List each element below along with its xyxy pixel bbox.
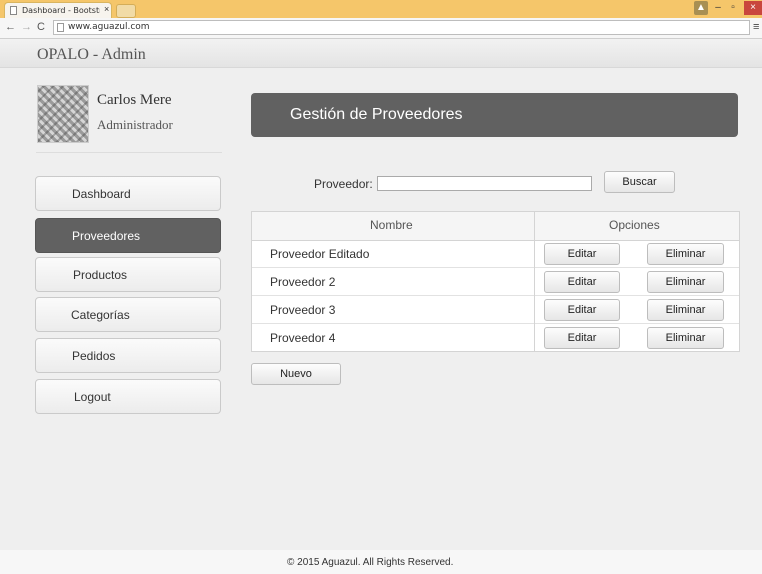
edit-button[interactable]: Editar <box>544 299 620 321</box>
search-button[interactable]: Buscar <box>604 171 675 193</box>
forward-icon[interactable]: → <box>21 21 32 33</box>
close-window-icon[interactable]: × <box>744 1 762 15</box>
search-input[interactable] <box>377 176 592 191</box>
profile-divider <box>36 152 222 153</box>
menu-icon[interactable]: ≡ <box>753 21 759 33</box>
sidebar-item-productos[interactable]: Productos <box>35 257 221 292</box>
copyright-text: © 2015 Aguazul. All Rights Reserved. <box>287 557 454 568</box>
sidebar-item-label: Productos <box>73 268 128 282</box>
sidebar-item-dashboard[interactable]: Dashboard <box>35 176 221 211</box>
user-name: Carlos Mere <box>97 92 172 108</box>
table-row: Proveedor 2 Editar Eliminar <box>252 268 739 296</box>
provider-name: Proveedor 2 <box>270 275 336 289</box>
new-provider-button[interactable]: Nuevo <box>251 363 341 385</box>
avatar <box>37 85 89 143</box>
edit-button[interactable]: Editar <box>544 243 620 265</box>
new-tab-button[interactable] <box>116 4 136 18</box>
column-header-opciones: Opciones <box>609 218 660 232</box>
provider-name: Proveedor Editado <box>270 247 370 261</box>
providers-table: Nombre Opciones Proveedor Editado Editar… <box>251 211 740 352</box>
column-header-nombre: Nombre <box>370 218 413 232</box>
sidebar-item-label: Pedidos <box>72 349 116 363</box>
user-role: Administrador <box>97 117 173 132</box>
reload-icon[interactable]: C <box>37 21 45 33</box>
tab-title: Dashboard - Bootstrap A <box>22 6 100 15</box>
brand-title[interactable]: OPALO - Admin <box>37 46 146 64</box>
tab-close-icon[interactable]: × <box>104 4 109 14</box>
browser-tab[interactable]: Dashboard - Bootstrap A × <box>4 2 112 18</box>
page-title: Gestión de Proveedores <box>290 106 463 123</box>
column-divider <box>534 212 535 351</box>
provider-name: Proveedor 4 <box>270 331 336 345</box>
sidebar-item-logout[interactable]: Logout <box>35 379 221 414</box>
back-icon[interactable]: ← <box>5 21 16 33</box>
search-label: Proveedor: <box>314 177 373 191</box>
edit-button[interactable]: Editar <box>544 271 620 293</box>
sidebar-item-proveedores[interactable]: Proveedores <box>35 218 221 253</box>
app-header: OPALO - Admin <box>0 39 762 68</box>
sidebar-item-label: Logout <box>74 390 111 404</box>
maximize-icon[interactable]: ▫ <box>728 1 738 15</box>
table-row: Proveedor 3 Editar Eliminar <box>252 296 739 324</box>
minimize-icon[interactable]: – <box>713 1 723 15</box>
browser-tab-bar: Dashboard - Bootstrap A × ▲ – ▫ × <box>0 0 762 18</box>
sidebar-item-label: Dashboard <box>72 187 131 201</box>
page-icon <box>57 23 64 32</box>
sidebar-item-label: Proveedores <box>72 229 141 243</box>
table-header: Nombre Opciones <box>252 212 739 241</box>
provider-name: Proveedor 3 <box>270 303 336 317</box>
sidebar-item-pedidos[interactable]: Pedidos <box>35 338 221 373</box>
delete-button[interactable]: Eliminar <box>647 327 724 349</box>
user-icon[interactable]: ▲ <box>694 1 708 15</box>
edit-button[interactable]: Editar <box>544 327 620 349</box>
table-row: Proveedor 4 Editar Eliminar <box>252 324 739 352</box>
page-title-bar: Gestión de Proveedores <box>251 93 738 137</box>
page-icon <box>10 6 17 15</box>
footer: © 2015 Aguazul. All Rights Reserved. <box>0 550 762 574</box>
delete-button[interactable]: Eliminar <box>647 243 724 265</box>
sidebar-item-categorias[interactable]: Categorías <box>35 297 221 332</box>
url-text: www.aguazul.com <box>68 22 150 32</box>
delete-button[interactable]: Eliminar <box>647 299 724 321</box>
browser-toolbar: ← → C www.aguazul.com ≡ <box>0 18 762 39</box>
sidebar-item-label: Categorías <box>71 308 130 322</box>
address-bar[interactable]: www.aguazul.com <box>53 20 750 35</box>
delete-button[interactable]: Eliminar <box>647 271 724 293</box>
table-row: Proveedor Editado Editar Eliminar <box>252 240 739 268</box>
